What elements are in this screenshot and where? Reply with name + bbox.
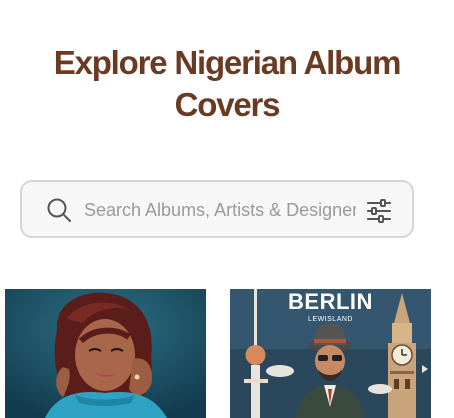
search-bar[interactable]: Search Albums, Artists & Designers <box>20 180 414 238</box>
page-title: Explore Nigerian Album Covers <box>0 42 454 126</box>
album-title: BERLIN <box>288 289 373 314</box>
album-subtitle: LEWISLAND <box>308 316 353 323</box>
page-title-line-2: Covers <box>174 86 281 123</box>
search-input[interactable]: Search Albums, Artists & Designers <box>84 199 356 221</box>
album-card-2[interactable]: BERLIN LEWISLAND <box>230 289 431 418</box>
album-cover-image <box>5 289 206 418</box>
search-icon <box>47 198 71 222</box>
album-card-1[interactable] <box>5 289 206 418</box>
page-title-line-1: Explore Nigerian Album <box>53 44 402 81</box>
filter-icon[interactable] <box>366 198 392 224</box>
